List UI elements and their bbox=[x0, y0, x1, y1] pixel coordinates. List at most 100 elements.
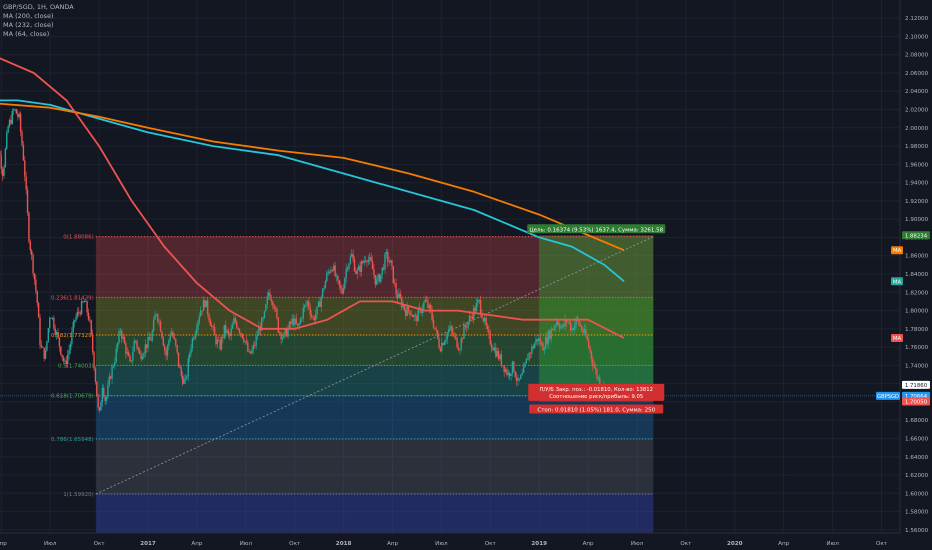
time-tick-label: Апр bbox=[387, 541, 398, 547]
candle-body bbox=[338, 280, 340, 286]
candle-body bbox=[461, 338, 464, 340]
candle-body bbox=[324, 281, 327, 289]
candle-body bbox=[557, 321, 559, 325]
candle-body bbox=[32, 254, 34, 274]
candle-body bbox=[524, 363, 526, 367]
candle-body bbox=[184, 378, 187, 380]
time-tick-label: Апр bbox=[0, 541, 7, 547]
candle-body bbox=[423, 302, 425, 310]
legend-ma-64[interactable]: MA (64, close) bbox=[3, 30, 74, 39]
candle-body bbox=[78, 311, 80, 313]
price-tick-label: 1.66000 bbox=[905, 436, 929, 442]
candle-body bbox=[303, 305, 306, 308]
candle-body bbox=[545, 337, 547, 349]
price-tick-label: 1.96000 bbox=[905, 162, 929, 168]
candle-body bbox=[223, 325, 225, 338]
candle-body bbox=[133, 340, 135, 352]
candle-body bbox=[380, 274, 382, 282]
candle-body bbox=[36, 290, 38, 303]
candle-body bbox=[267, 292, 270, 297]
legend-ma-200[interactable]: MA (200, close) bbox=[3, 12, 74, 21]
candle-body bbox=[201, 310, 203, 312]
candle-body bbox=[471, 316, 473, 320]
candle-body bbox=[182, 375, 184, 384]
candle-body bbox=[237, 327, 239, 330]
candle-body bbox=[521, 372, 523, 376]
fib-zone bbox=[95, 438, 654, 495]
candle-body bbox=[468, 315, 471, 322]
candle-body bbox=[316, 306, 318, 315]
candle-body bbox=[424, 299, 426, 303]
position-profit-zone bbox=[539, 235, 654, 385]
candle-body bbox=[527, 358, 529, 360]
candle-body bbox=[245, 341, 248, 343]
price-tick-label: 2.08000 bbox=[905, 53, 929, 59]
candle-body bbox=[15, 109, 18, 115]
candle-body bbox=[323, 288, 325, 290]
candle-body bbox=[283, 332, 285, 339]
candle-body bbox=[363, 260, 365, 263]
candle-body bbox=[475, 302, 478, 312]
candle-body bbox=[93, 351, 95, 369]
candle-body bbox=[231, 324, 234, 329]
legend-ma-232[interactable]: MA (232, close) bbox=[3, 21, 74, 30]
candle-body bbox=[144, 344, 147, 354]
candle-body bbox=[375, 279, 378, 285]
candle-body bbox=[353, 259, 356, 272]
symbol-price-tag-text: GBPSGD bbox=[877, 394, 899, 400]
candle-body bbox=[281, 338, 284, 340]
candle-body bbox=[30, 250, 33, 255]
candle-body bbox=[532, 346, 534, 349]
candle-body bbox=[216, 339, 219, 345]
candle-body bbox=[173, 337, 176, 340]
candle-body bbox=[12, 110, 15, 112]
candle-body bbox=[572, 328, 575, 330]
candle-body bbox=[57, 331, 59, 338]
position-pnl-text: П/У/Б Закр. поз.: -0.01810, Кол-во: 1381… bbox=[539, 387, 653, 393]
price-tick-label: 1.94000 bbox=[905, 181, 929, 187]
candle-body bbox=[148, 336, 151, 340]
time-tick-label: Апр bbox=[583, 541, 594, 547]
candle-body bbox=[22, 145, 25, 161]
candle-body bbox=[19, 113, 22, 132]
candle-body bbox=[553, 326, 555, 331]
candle-body bbox=[141, 356, 144, 360]
candle-body bbox=[159, 321, 162, 332]
price-tick-label: 1.60000 bbox=[905, 491, 929, 497]
candle-body bbox=[398, 293, 400, 299]
candle-body bbox=[67, 354, 69, 365]
candle-body bbox=[262, 317, 264, 319]
candle-body bbox=[503, 365, 505, 372]
price-tick-label: 1.82000 bbox=[905, 290, 929, 296]
candle-body bbox=[265, 304, 267, 311]
candle-body bbox=[369, 257, 371, 260]
candle-body bbox=[54, 328, 56, 335]
candle-body bbox=[175, 339, 177, 346]
candle-body bbox=[321, 288, 324, 297]
candle-body bbox=[349, 256, 352, 264]
candle-body bbox=[109, 376, 112, 379]
candle-body bbox=[589, 346, 591, 352]
candle-body bbox=[100, 402, 102, 411]
price-tick-label: 2.12000 bbox=[905, 16, 929, 22]
price-tick-label: 2.02000 bbox=[905, 108, 929, 114]
candle-body bbox=[297, 323, 299, 326]
candle-body bbox=[53, 317, 55, 329]
candle-body bbox=[188, 353, 191, 359]
candle-body bbox=[371, 261, 374, 270]
price-tick-label: 1.84000 bbox=[905, 272, 929, 278]
candle-body bbox=[456, 337, 458, 348]
fib-label: 0(1.88086) bbox=[63, 235, 94, 241]
candle-body bbox=[269, 292, 271, 300]
candle-body bbox=[517, 378, 519, 381]
candle-body bbox=[414, 315, 417, 317]
price-badge-text: 1.71860 bbox=[905, 383, 928, 389]
candle-body bbox=[396, 294, 399, 299]
price-chart[interactable]: 0(1.88086)0.236(1.81439)0.382(1.77329)0.… bbox=[0, 0, 932, 550]
candle-body bbox=[450, 326, 453, 331]
candle-body bbox=[97, 396, 99, 408]
candle-body bbox=[42, 347, 44, 348]
candle-body bbox=[425, 299, 428, 302]
candle-body bbox=[290, 321, 292, 324]
candle-body bbox=[596, 369, 598, 379]
